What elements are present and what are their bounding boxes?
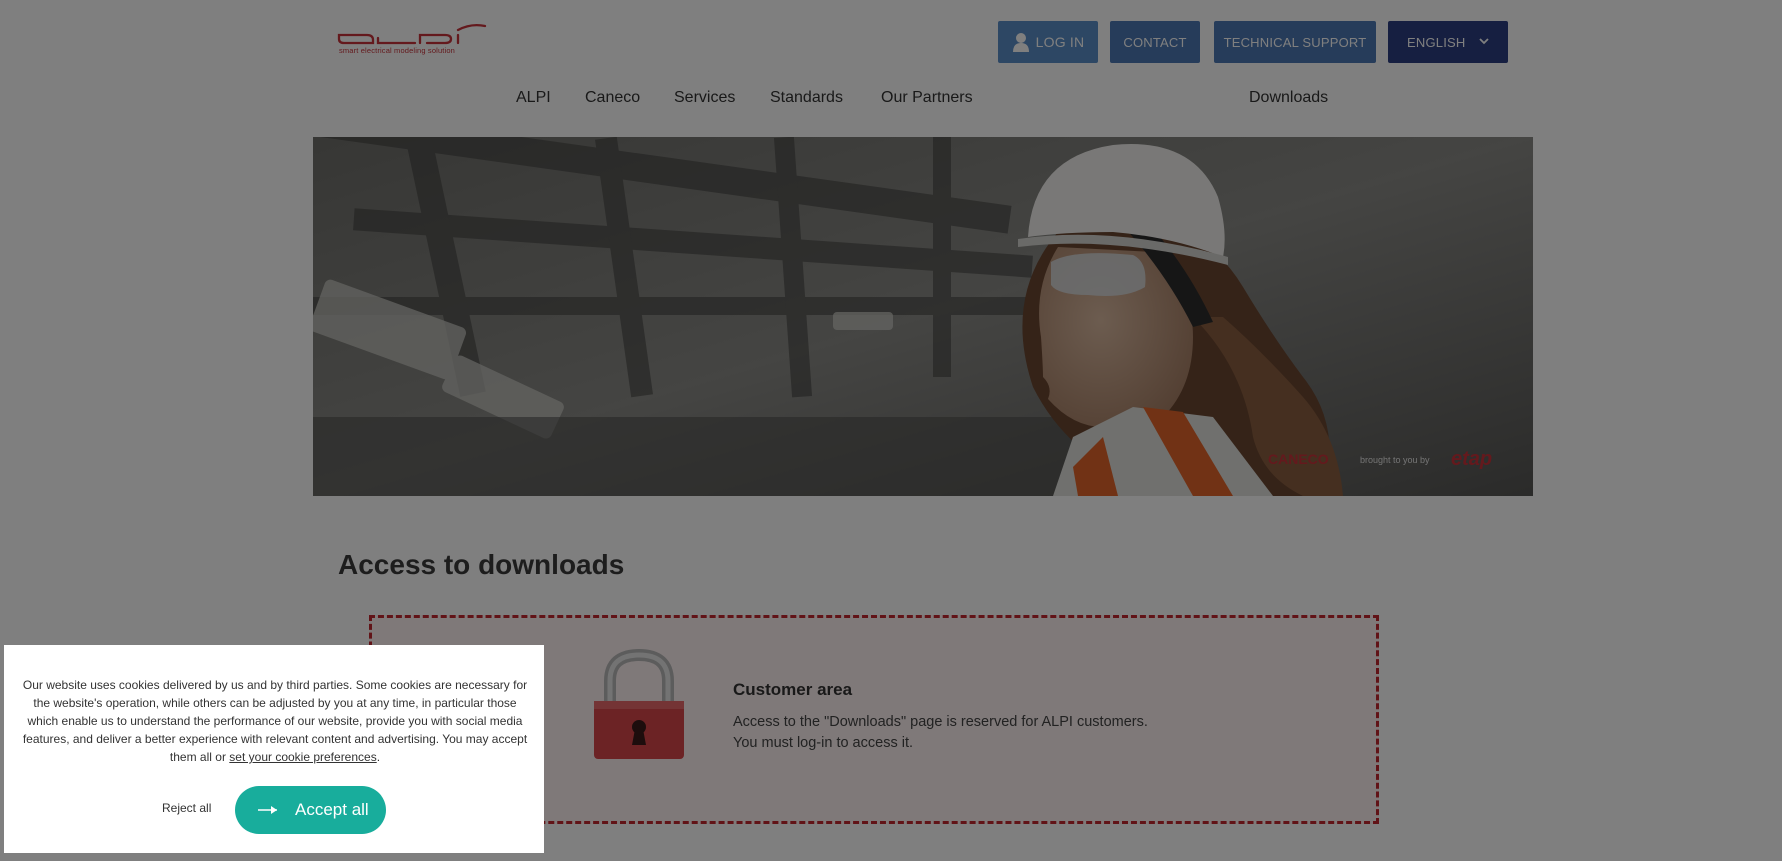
cookie-text-suffix: . bbox=[376, 750, 381, 764]
accept-all-label: Accept all bbox=[295, 800, 369, 819]
cookie-text: Our website uses cookies delivered by us… bbox=[22, 676, 528, 766]
cookie-banner: Our website uses cookies delivered by us… bbox=[4, 645, 544, 853]
cookie-preferences-link[interactable]: set your cookie preferences bbox=[229, 750, 376, 764]
accept-all-button[interactable]: Accept all bbox=[235, 786, 386, 834]
reject-all-button[interactable]: Reject all bbox=[162, 801, 211, 815]
arrow-right-icon bbox=[258, 806, 277, 814]
